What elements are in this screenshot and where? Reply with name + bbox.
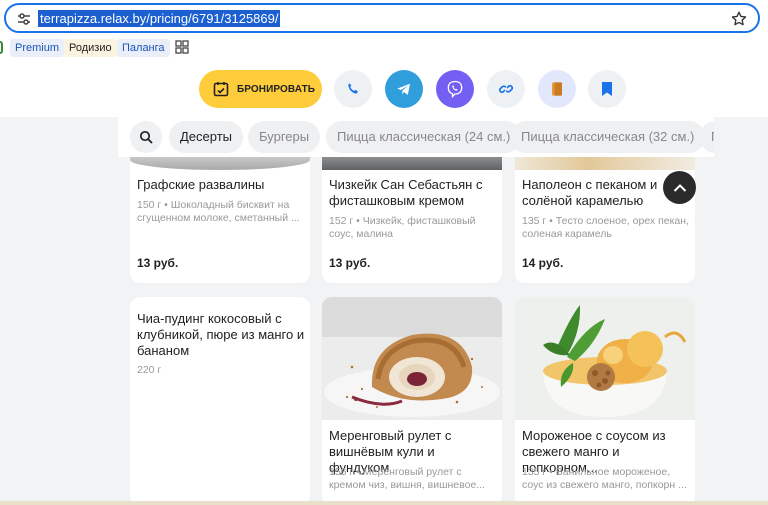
mango-icecream-photo <box>515 297 695 420</box>
product-card[interactable]: Меренговый рулет с вишнёвым кули и фунду… <box>322 297 502 505</box>
viber-button[interactable] <box>436 70 474 108</box>
search-icon <box>139 130 153 144</box>
bookmark-palanga[interactable]: Паланга <box>117 39 170 57</box>
category-search-button[interactable] <box>130 121 162 153</box>
apps-grid-icon[interactable] <box>175 40 189 54</box>
book-button-label: БРОНИРОВАТЬ <box>237 83 316 95</box>
product-description: 135 г • Тесто слоеное, орех пекан, солен… <box>522 215 689 240</box>
tab-pizza-32[interactable]: Пицца классическая (32 см.) <box>510 121 706 153</box>
bookmarks-bar: Premium Родизио Паланга <box>0 37 768 59</box>
instagram-button[interactable] <box>538 70 576 108</box>
url-text[interactable]: terrapizza.relax.by/pricing/6791/3125869… <box>38 10 281 27</box>
share-link-button[interactable] <box>487 70 525 108</box>
category-tabs: Десерты Бургеры Пицца классическая (24 с… <box>118 117 714 157</box>
product-price: 13 руб. <box>329 256 371 270</box>
phone-icon <box>348 83 358 94</box>
product-image <box>515 157 695 170</box>
product-image <box>130 157 310 170</box>
meringue-roll-photo <box>322 297 502 420</box>
product-title: Графские развалины <box>137 177 265 192</box>
save-bookmark-button[interactable] <box>588 70 626 108</box>
product-price: 13 руб. <box>137 256 179 270</box>
action-row: БРОНИРОВАТЬ <box>0 59 768 117</box>
bookmark-icon <box>602 82 612 96</box>
chevron-up-icon <box>673 183 686 192</box>
tab-pizza-24[interactable]: Пицца классическая (24 см.) <box>326 121 522 153</box>
product-description: 220 г <box>137 364 162 376</box>
product-description: 156 г • Меренговый рулет с кремом чиз, в… <box>329 466 486 491</box>
book-button[interactable]: БРОНИРОВАТЬ <box>199 70 322 108</box>
bookmark-star-icon[interactable] <box>730 10 748 28</box>
address-bar[interactable]: terrapizza.relax.by/pricing/6791/3125869… <box>4 3 760 33</box>
phone-button[interactable] <box>334 70 372 108</box>
site-settings-icon[interactable] <box>16 11 32 27</box>
bookmark-rodizio[interactable]: Родизио <box>64 39 117 57</box>
product-image <box>322 157 502 170</box>
product-card[interactable]: Чиа-пудинг кокосовый с клубникой, пюре и… <box>130 297 310 505</box>
bookmark-partial-icon[interactable] <box>0 41 3 54</box>
product-description: 150 г • Шоколадный бисквит на сгущенном … <box>137 199 300 224</box>
product-card[interactable]: Графские развалины 150 г • Шоколадный би… <box>130 157 310 283</box>
telegram-icon <box>397 83 410 95</box>
tab-next-partial[interactable]: П <box>700 121 714 153</box>
bottom-edge <box>0 501 768 505</box>
bookmark-premium[interactable]: Premium <box>10 39 65 57</box>
product-description: 152 г • Чизкейк, фисташковый соус, малин… <box>329 215 476 240</box>
scroll-to-top-button[interactable] <box>663 171 696 204</box>
product-title: Чиа-пудинг кокосовый с клубникой, пюре и… <box>137 311 305 358</box>
telegram-button[interactable] <box>385 70 423 108</box>
product-price: 14 руб. <box>522 256 564 270</box>
tab-desserts[interactable]: Десерты <box>169 121 244 153</box>
calendar-check-icon <box>213 82 229 97</box>
instagram-icon <box>552 82 562 96</box>
product-card[interactable]: Чизкейк Сан Себастьян с фисташковым крем… <box>322 157 502 283</box>
product-description: 135 г • Ванильное мороженое, соус из све… <box>522 466 687 491</box>
tab-burgers[interactable]: Бургеры <box>248 121 321 153</box>
product-card[interactable]: Мороженое с соусом из свежего манго и по… <box>515 297 695 505</box>
product-title: Чизкейк Сан Себастьян с фисташковым крем… <box>329 177 483 208</box>
browser-toolbar: terrapizza.relax.by/pricing/6791/3125869… <box>0 0 768 37</box>
viber-icon <box>447 80 463 99</box>
link-icon <box>498 84 514 94</box>
